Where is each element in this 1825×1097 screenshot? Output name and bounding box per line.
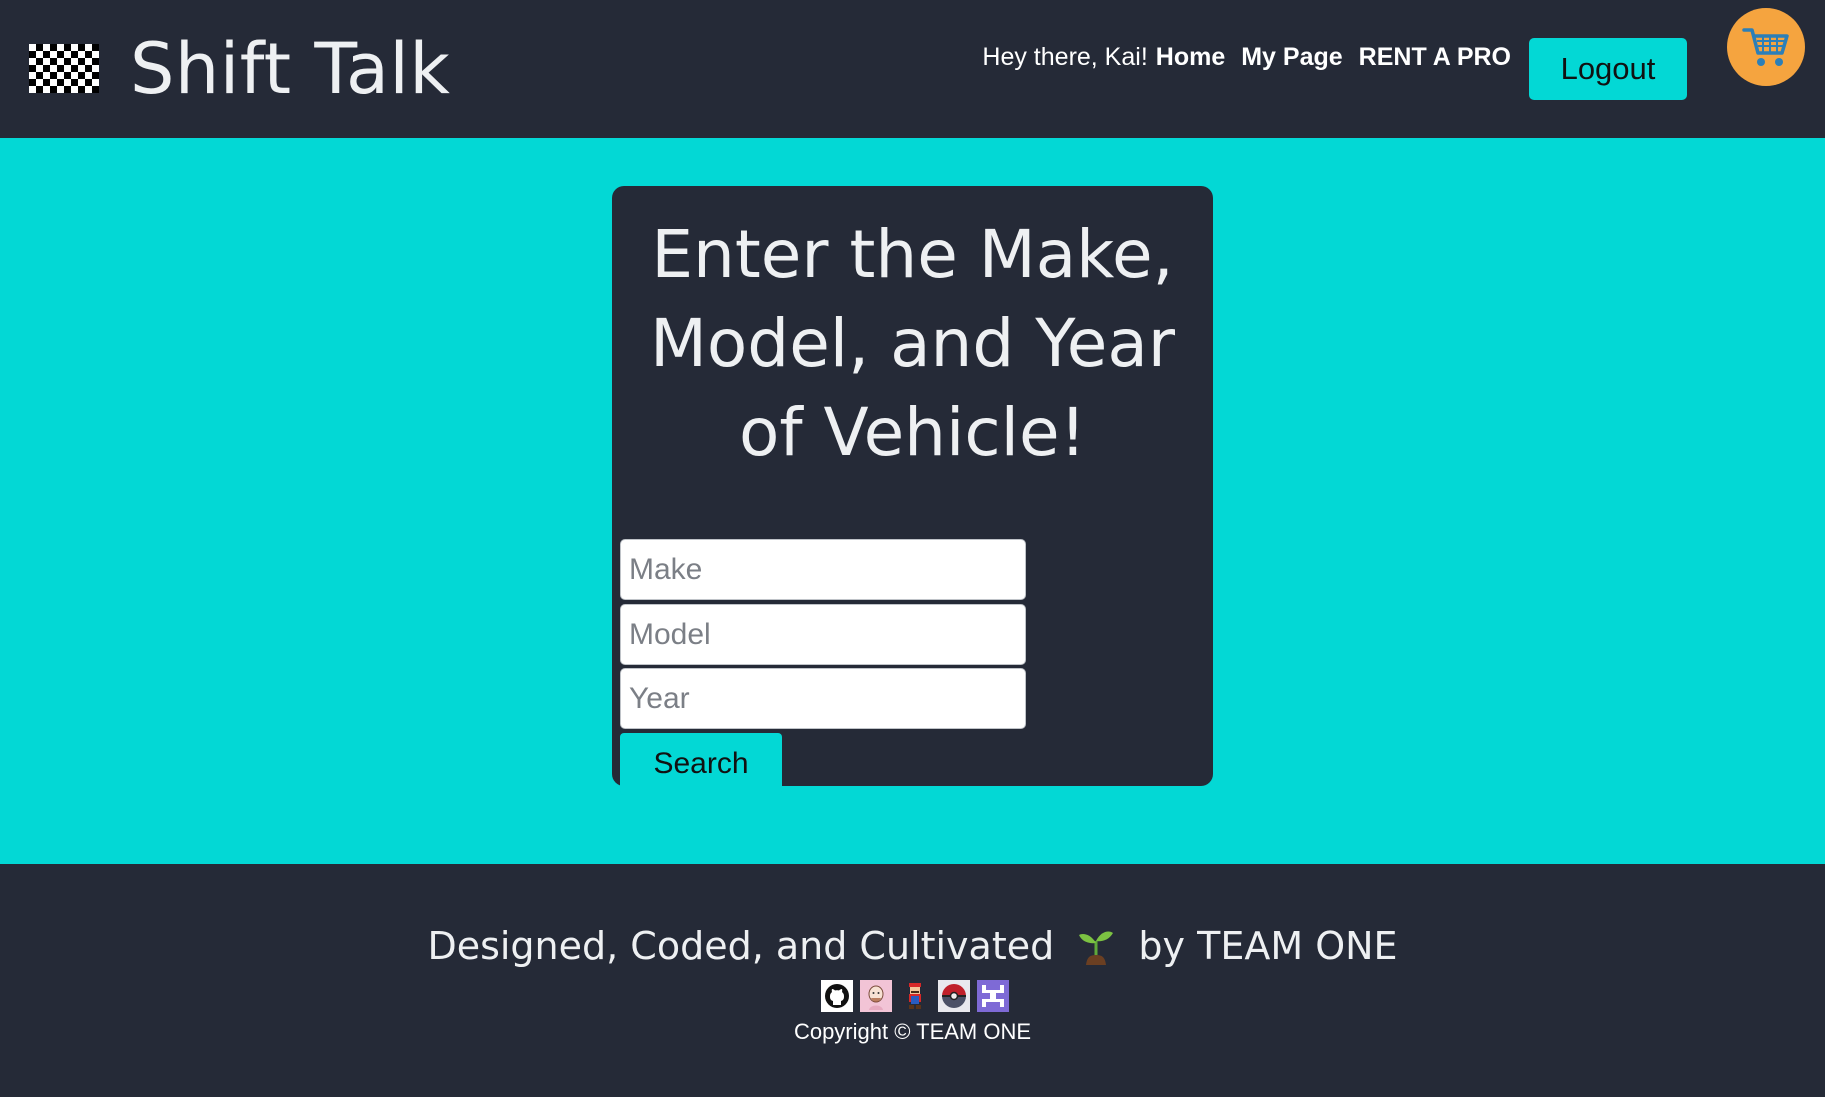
make-input[interactable]	[620, 539, 1026, 600]
vehicle-search-card: Enter the Make, Model, and Year of Vehic…	[612, 186, 1213, 795]
main-content: Enter the Make, Model, and Year of Vehic…	[0, 138, 1825, 864]
nav-link-rent-a-pro[interactable]: RENT A PRO	[1359, 43, 1511, 72]
avatar-face-icon[interactable]	[860, 980, 892, 1012]
seedling-icon	[1079, 931, 1114, 965]
pixel-logo-icon[interactable]	[977, 980, 1009, 1012]
year-input[interactable]	[620, 668, 1026, 729]
greeting-text: Hey there, Kai!	[982, 42, 1148, 71]
footer: Designed, Coded, and Cultivated by TEAM …	[0, 864, 1825, 1097]
tagline-end: by TEAM ONE	[1138, 924, 1398, 968]
nav-links: Hey there, Kai! Home My Page RENT A PRO	[982, 40, 1511, 74]
shopping-cart-icon	[1742, 28, 1789, 66]
mario-icon[interactable]	[899, 980, 931, 1012]
tagline-start: Designed, Coded, and Cultivated	[427, 924, 1055, 968]
search-button[interactable]: Search	[620, 733, 782, 795]
pokeball-icon[interactable]	[938, 980, 970, 1012]
copyright-text: Copyright © TEAM ONE	[793, 1019, 1032, 1044]
checkered-flag-icon[interactable]	[29, 44, 99, 93]
nav-link-home[interactable]: Home	[1156, 43, 1225, 72]
shopping-cart-button[interactable]	[1727, 8, 1805, 86]
model-input[interactable]	[620, 604, 1026, 665]
brand-title[interactable]: Shift Talk	[130, 24, 450, 114]
footer-tagline: Designed, Coded, and Cultivated by TEAM …	[0, 918, 1825, 974]
team-badges	[821, 980, 1009, 1012]
search-card-title: Enter the Make, Model, and Year of Vehic…	[649, 216, 1175, 471]
logout-button[interactable]: Logout	[1529, 38, 1687, 100]
nav-link-my-page[interactable]: My Page	[1241, 43, 1342, 72]
github-icon[interactable]	[821, 980, 853, 1012]
top-navbar: Shift Talk Hey there, Kai! Home My Page …	[0, 0, 1825, 138]
